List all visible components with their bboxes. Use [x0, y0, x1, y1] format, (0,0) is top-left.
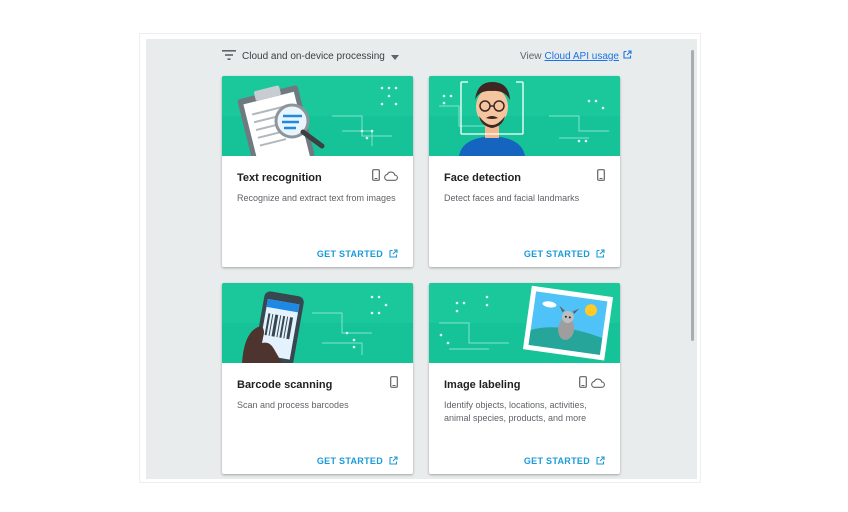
get-started-label: GET STARTED [316, 249, 383, 259]
phone-icon [579, 375, 587, 393]
banner [429, 283, 620, 363]
platform-icons [597, 168, 605, 186]
cloud-api-usage: View Cloud API usage [520, 48, 632, 64]
platform-icons [579, 375, 605, 393]
caret-down-icon [390, 47, 399, 65]
card-description: Scan and process barcodes [237, 400, 349, 410]
banner [429, 76, 620, 156]
card-text-recognition: Text recognition Recognize and extract t… [222, 76, 413, 267]
cloud-icon [590, 375, 605, 393]
card-title: Image labeling [444, 379, 521, 391]
banner [222, 76, 413, 156]
clipboard-magnifier-illustration [222, 76, 413, 156]
get-started-button[interactable]: GET STARTED [317, 452, 398, 470]
cloud-icon [383, 168, 398, 186]
platform-icons [390, 375, 398, 393]
external-link-icon [596, 245, 605, 263]
card-description: Recognize and extract text from images [237, 193, 396, 203]
platform-icons [372, 168, 398, 186]
get-started-label: GET STARTED [523, 456, 590, 466]
get-started-button[interactable]: GET STARTED [524, 452, 605, 470]
card-title: Barcode scanning [237, 379, 333, 391]
card-face-detection: Face detection Detect faces and facial l… [429, 76, 620, 267]
phone-barcode-illustration [222, 283, 413, 363]
card-title: Face detection [444, 172, 522, 184]
vertical-scrollbar[interactable] [691, 50, 694, 341]
external-link-icon [389, 245, 398, 263]
banner [222, 283, 413, 363]
card-image-labeling: Image labeling Identify objects, locatio… [429, 283, 620, 474]
card-title: Text recognition [237, 172, 322, 184]
photo-dog-illustration [429, 283, 620, 363]
external-link-icon [389, 452, 398, 470]
card-description: Detect faces and facial landmarks [444, 193, 580, 203]
cloud-api-usage-link[interactable]: Cloud API usage [545, 51, 620, 62]
get-started-button[interactable]: GET STARTED [524, 245, 605, 263]
phone-icon [372, 168, 380, 186]
filter-icon [222, 47, 236, 65]
face-illustration [429, 76, 620, 156]
card-description: Identify objects, locations, activities,… [444, 400, 587, 423]
phone-icon [390, 375, 398, 393]
view-prefix: View [520, 50, 542, 62]
get-started-label: GET STARTED [523, 249, 590, 259]
card-barcode-scanning: Barcode scanning Scan and process barcod… [222, 283, 413, 474]
phone-icon [597, 168, 605, 186]
external-link-icon [623, 50, 632, 62]
filter-label: Cloud and on-device processing [242, 50, 385, 62]
external-link-icon [596, 452, 605, 470]
get-started-label: GET STARTED [316, 456, 383, 466]
get-started-button[interactable]: GET STARTED [317, 245, 398, 263]
processing-filter-dropdown[interactable]: Cloud and on-device processing [222, 47, 399, 65]
